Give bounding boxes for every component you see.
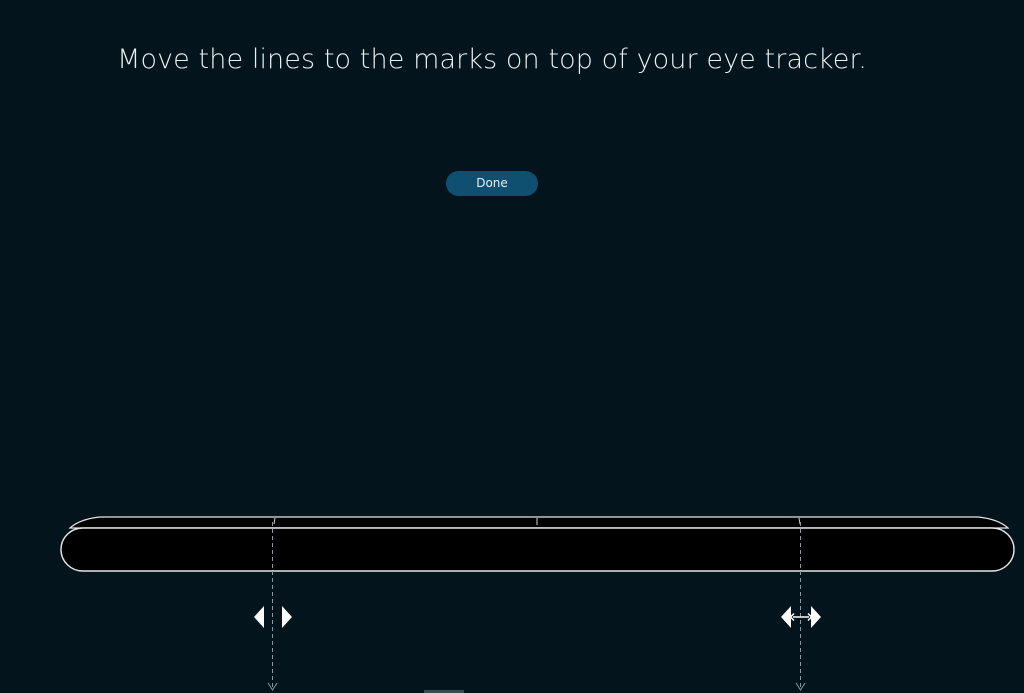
eye-tracker-body <box>60 527 1015 572</box>
right-line-handle[interactable] <box>778 603 824 631</box>
left-line-handle[interactable] <box>250 603 296 631</box>
eye-tracker-top-face <box>68 516 1010 529</box>
eye-tracker-illustration <box>60 516 1015 691</box>
left-right-arrows-icon <box>254 606 292 628</box>
resize-horizontal-arrows-icon <box>781 606 821 628</box>
